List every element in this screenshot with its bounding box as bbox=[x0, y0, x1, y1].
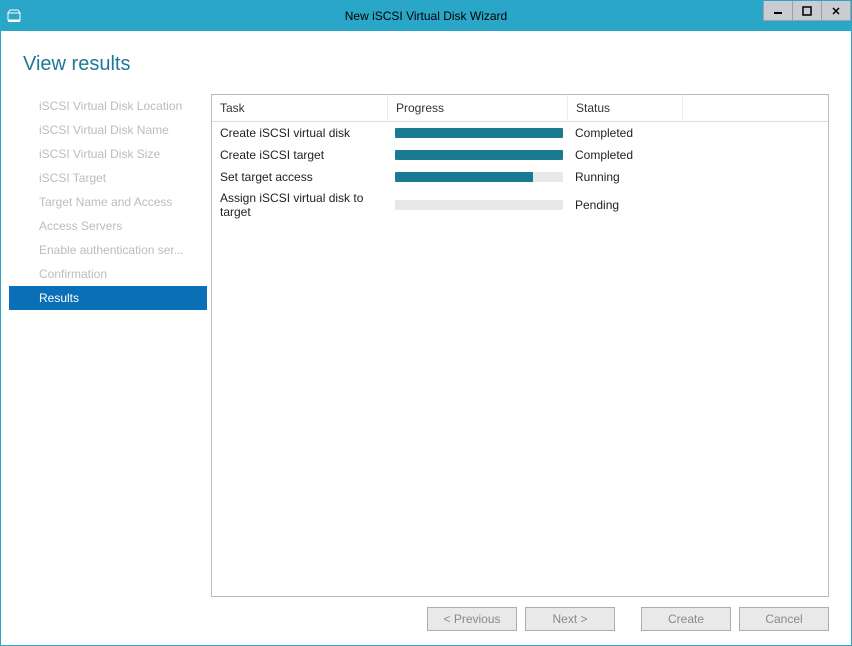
status-cell: Completed bbox=[567, 147, 682, 163]
table-row: Create iSCSI target Completed bbox=[212, 144, 828, 166]
table-row: Set target access Running bbox=[212, 166, 828, 188]
create-button[interactable]: Create bbox=[641, 607, 731, 631]
maximize-icon bbox=[802, 6, 812, 16]
progress-fill bbox=[395, 172, 533, 182]
progress-cell bbox=[387, 168, 567, 186]
wizard-footer: < Previous Next > Create Cancel bbox=[9, 597, 843, 637]
maximize-button[interactable] bbox=[792, 1, 822, 21]
step-access-servers: Access Servers bbox=[9, 214, 207, 238]
step-target: iSCSI Target bbox=[9, 166, 207, 190]
step-size: iSCSI Virtual Disk Size bbox=[9, 142, 207, 166]
step-name: iSCSI Virtual Disk Name bbox=[9, 118, 207, 142]
status-cell: Pending bbox=[567, 197, 682, 213]
app-icon bbox=[7, 9, 23, 23]
col-status[interactable]: Status bbox=[567, 95, 682, 121]
next-button[interactable]: Next > bbox=[525, 607, 615, 631]
table-row: Create iSCSI virtual disk Completed bbox=[212, 122, 828, 144]
col-progress[interactable]: Progress bbox=[387, 95, 567, 121]
step-results: Results bbox=[9, 286, 207, 310]
status-cell: Running bbox=[567, 169, 682, 185]
titlebar[interactable]: New iSCSI Virtual Disk Wizard bbox=[1, 1, 851, 31]
minimize-icon bbox=[773, 6, 783, 16]
col-spacer bbox=[682, 95, 828, 121]
progress-cell bbox=[387, 146, 567, 164]
progress-cell bbox=[387, 124, 567, 142]
step-confirmation: Confirmation bbox=[9, 262, 207, 286]
close-button[interactable] bbox=[821, 1, 851, 21]
task-cell: Assign iSCSI virtual disk to target bbox=[212, 190, 387, 220]
status-cell: Completed bbox=[567, 125, 682, 141]
progress-bar bbox=[395, 200, 563, 210]
wizard-steps: iSCSI Virtual Disk Location iSCSI Virtua… bbox=[9, 94, 211, 597]
task-cell: Set target access bbox=[212, 169, 387, 185]
progress-bar bbox=[395, 150, 563, 160]
progress-fill bbox=[395, 150, 563, 160]
results-panel: Task Progress Status Create iSCSI virtua… bbox=[211, 94, 829, 597]
page-title: View results bbox=[9, 31, 843, 94]
results-header: Task Progress Status bbox=[212, 95, 828, 122]
step-auth: Enable authentication ser... bbox=[9, 238, 207, 262]
wizard-body: View results iSCSI Virtual Disk Location… bbox=[9, 31, 843, 637]
step-target-name: Target Name and Access bbox=[9, 190, 207, 214]
previous-button[interactable]: < Previous bbox=[427, 607, 517, 631]
window-controls bbox=[764, 1, 851, 21]
progress-bar bbox=[395, 128, 563, 138]
col-task[interactable]: Task bbox=[212, 95, 387, 121]
close-button-footer[interactable]: Cancel bbox=[739, 607, 829, 631]
client-area: View results iSCSI Virtual Disk Location… bbox=[1, 31, 851, 645]
close-icon bbox=[831, 6, 841, 16]
content-row: iSCSI Virtual Disk Location iSCSI Virtua… bbox=[9, 94, 843, 597]
progress-bar bbox=[395, 172, 563, 182]
step-location: iSCSI Virtual Disk Location bbox=[9, 94, 207, 118]
wizard-window: New iSCSI Virtual Disk Wizard View resul… bbox=[0, 0, 852, 646]
table-row: Assign iSCSI virtual disk to target Pend… bbox=[212, 188, 828, 222]
progress-cell bbox=[387, 196, 567, 214]
window-title: New iSCSI Virtual Disk Wizard bbox=[1, 9, 851, 23]
task-cell: Create iSCSI virtual disk bbox=[212, 125, 387, 141]
progress-fill bbox=[395, 128, 563, 138]
task-cell: Create iSCSI target bbox=[212, 147, 387, 163]
minimize-button[interactable] bbox=[763, 1, 793, 21]
